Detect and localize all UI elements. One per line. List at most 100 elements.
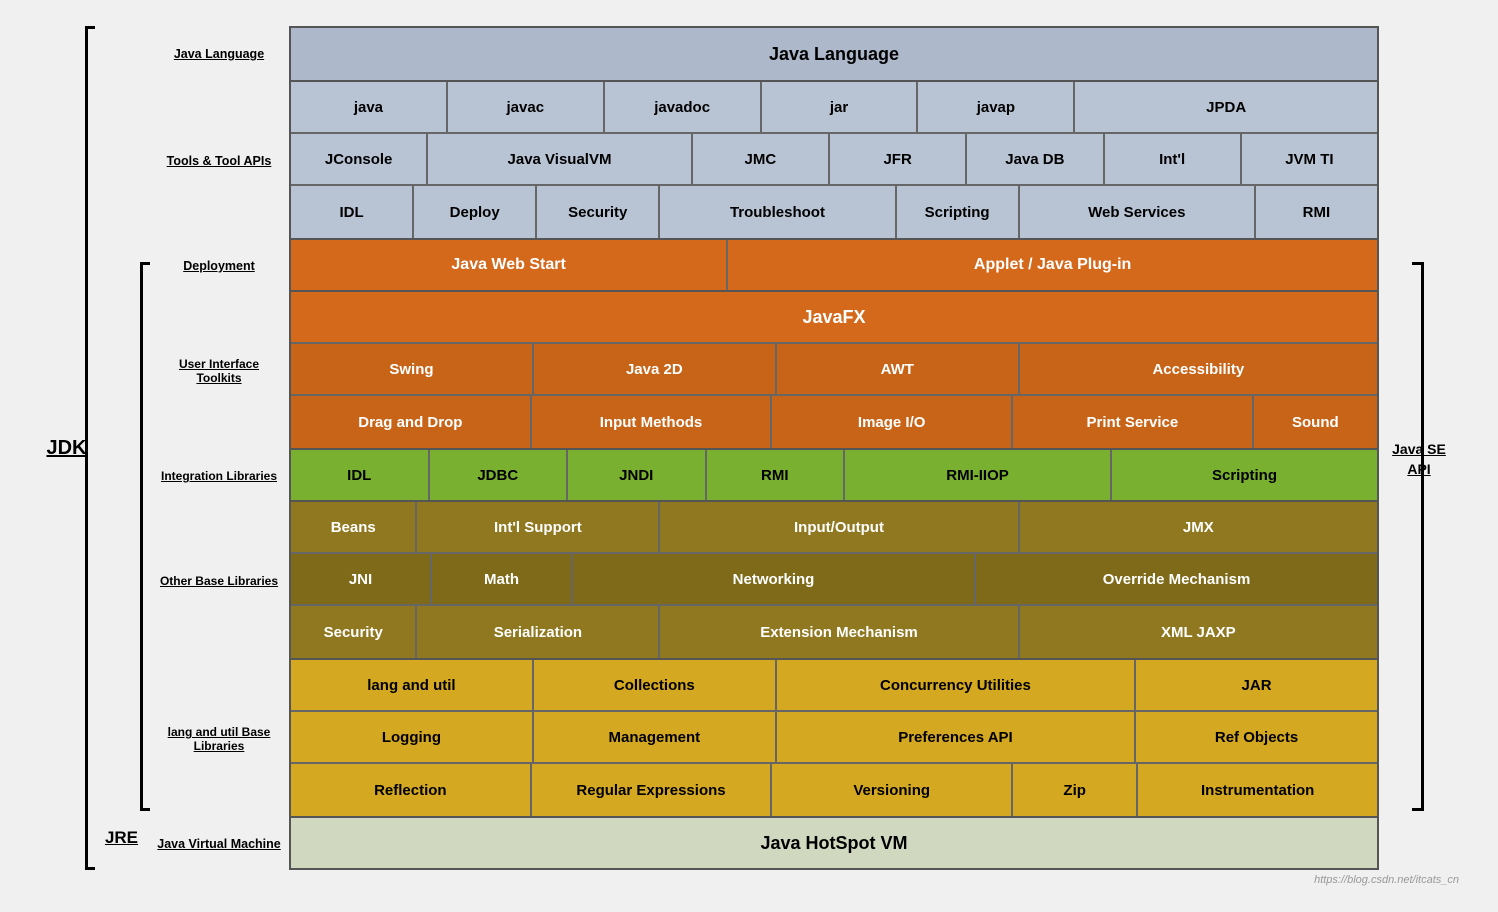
cell-jndi: JNDI	[568, 450, 707, 500]
tools-content: java javac javadoc jar javap JPDA JConso…	[289, 82, 1379, 240]
jre-bracket-line	[140, 262, 150, 811]
cell-inputmethods: Input Methods	[532, 396, 773, 448]
deployment-content: Java Web Start Applet / Java Plug-in	[289, 240, 1379, 292]
cell-imageio: Image I/O	[772, 396, 1013, 448]
cell-jmc: JMC	[693, 134, 830, 184]
cell-inputoutput: Input/Output	[660, 502, 1019, 552]
cell-jar: JAR	[1136, 660, 1377, 710]
ui-label: User Interface Toolkits	[149, 292, 289, 450]
ui-section: User Interface Toolkits JavaFX Swing Jav…	[149, 292, 1379, 450]
page-container: JDK JRE Java Language Java Language Tool…	[19, 6, 1479, 906]
cell-applet: Applet / Java Plug-in	[728, 240, 1377, 290]
cell-preferencesapi: Preferences API	[777, 712, 1136, 762]
javafx-row: JavaFX	[291, 292, 1377, 344]
integration-content: IDL JDBC JNDI RMI RMI-IIOP Scripting	[289, 450, 1379, 502]
cell-instrumentation: Instrumentation	[1138, 764, 1377, 816]
integration-section: Integration Libraries IDL JDBC JNDI RMI …	[149, 450, 1379, 502]
cell-awt: AWT	[777, 344, 1020, 394]
cell-collections: Collections	[534, 660, 777, 710]
cell-zip: Zip	[1013, 764, 1138, 816]
cell-math: Math	[432, 554, 573, 604]
deployment-label: Deployment	[149, 240, 289, 292]
java-se-api-area: Java SE API	[1379, 26, 1459, 870]
cell-management: Management	[534, 712, 777, 762]
cell-intlsupport: Int'l Support	[417, 502, 660, 552]
diagram-layout: JDK JRE Java Language Java Language Tool…	[39, 26, 1459, 870]
java-se-bracket-line	[1412, 262, 1424, 811]
cell-java: java	[291, 82, 448, 132]
cell-jconsole: JConsole	[291, 134, 428, 184]
cell-versioning: Versioning	[772, 764, 1013, 816]
cell-webservices: Web Services	[1020, 186, 1256, 238]
cell-jni: JNI	[291, 554, 432, 604]
cell-jpda: JPDA	[1075, 82, 1377, 132]
cell-rmi-tools: RMI	[1256, 186, 1377, 238]
ui-row-1: Swing Java 2D AWT Accessibility	[291, 344, 1377, 396]
tools-row-1: java javac javadoc jar javap JPDA	[291, 82, 1377, 134]
lang-util-label: lang and util Base Libraries	[149, 660, 289, 818]
cell-jvmti: JVM TI	[1242, 134, 1377, 184]
cell-troubleshoot: Troubleshoot	[660, 186, 896, 238]
cell-extensionmechanism: Extension Mechanism	[660, 606, 1019, 658]
jvm-label: Java Virtual Machine	[149, 818, 289, 870]
cell-javac: javac	[448, 82, 605, 132]
cell-jmx: JMX	[1020, 502, 1377, 552]
cell-xmljaxp: XML JAXP	[1020, 606, 1377, 658]
tools-row-3: IDL Deploy Security Troubleshoot Scripti…	[291, 186, 1377, 238]
cell-scripting-int: Scripting	[1112, 450, 1377, 500]
cell-rmi-int: RMI	[707, 450, 846, 500]
jdk-label: JDK	[46, 437, 86, 460]
cell-printservice: Print Service	[1013, 396, 1254, 448]
other-base-section: Other Base Libraries Beans Int'l Support…	[149, 502, 1379, 660]
cell-serialization: Serialization	[417, 606, 660, 658]
cell-security-other: Security	[291, 606, 417, 658]
lang-row-3: Reflection Regular Expressions Versionin…	[291, 764, 1377, 816]
cell-sound: Sound	[1254, 396, 1377, 448]
jvm-section: Java Virtual Machine Java HotSpot VM	[149, 818, 1379, 870]
java-language-label: Java Language	[149, 26, 289, 82]
cell-overridemechanism: Override Mechanism	[976, 554, 1377, 604]
cell-intl: Int'l	[1105, 134, 1242, 184]
cell-javap: javap	[918, 82, 1075, 132]
cell-jvisualvm: Java VisualVM	[428, 134, 693, 184]
cell-javawebstart: Java Web Start	[291, 240, 728, 290]
tools-row-2: JConsole Java VisualVM JMC JFR Java DB I…	[291, 134, 1377, 186]
cell-jfr: JFR	[830, 134, 967, 184]
integration-label: Integration Libraries	[149, 450, 289, 502]
other-base-content: Beans Int'l Support Input/Output JMX JNI…	[289, 502, 1379, 660]
jre-bracket-area: JRE	[94, 26, 149, 870]
lang-row-2: Logging Management Preferences API Ref O…	[291, 712, 1377, 764]
cell-javafx: JavaFX	[291, 292, 1377, 342]
ui-row-2: Drag and Drop Input Methods Image I/O Pr…	[291, 396, 1377, 448]
cell-idl-tools: IDL	[291, 186, 414, 238]
cell-javadb: Java DB	[967, 134, 1104, 184]
other-row-2: JNI Math Networking Override Mechanism	[291, 554, 1377, 606]
jre-label: JRE	[105, 828, 138, 848]
cell-regularexpressions: Regular Expressions	[532, 764, 773, 816]
jvm-content: Java HotSpot VM	[289, 818, 1379, 870]
deployment-section: Deployment Java Web Start Applet / Java …	[149, 240, 1379, 292]
cell-reflection: Reflection	[291, 764, 532, 816]
cell-security-tools: Security	[537, 186, 660, 238]
other-base-label: Other Base Libraries	[149, 502, 289, 660]
cell-deploy: Deploy	[414, 186, 537, 238]
cell-langutil: lang and util	[291, 660, 534, 710]
cell-jdbc: JDBC	[430, 450, 569, 500]
cell-logging: Logging	[291, 712, 534, 762]
cell-javadoc: javadoc	[605, 82, 762, 132]
jdk-bracket-area: JDK	[39, 26, 94, 870]
other-row-1: Beans Int'l Support Input/Output JMX	[291, 502, 1377, 554]
lang-util-section: lang and util Base Libraries lang and ut…	[149, 660, 1379, 818]
ui-content: JavaFX Swing Java 2D AWT Accessibility D…	[289, 292, 1379, 450]
tools-label: Tools & Tool APIs	[149, 82, 289, 240]
cell-hotspotvm: Java HotSpot VM	[291, 818, 1377, 868]
cell-draganddrop: Drag and Drop	[291, 396, 532, 448]
cell-accessibility: Accessibility	[1020, 344, 1377, 394]
lang-util-content: lang and util Collections Concurrency Ut…	[289, 660, 1379, 818]
java-language-section: Java Language Java Language	[149, 26, 1379, 82]
java-language-cell: Java Language	[291, 28, 1377, 80]
main-content: Java Language Java Language Tools & Tool…	[149, 26, 1379, 870]
cell-idl-int: IDL	[291, 450, 430, 500]
cell-networking: Networking	[573, 554, 976, 604]
java-language-content: Java Language	[289, 26, 1379, 82]
